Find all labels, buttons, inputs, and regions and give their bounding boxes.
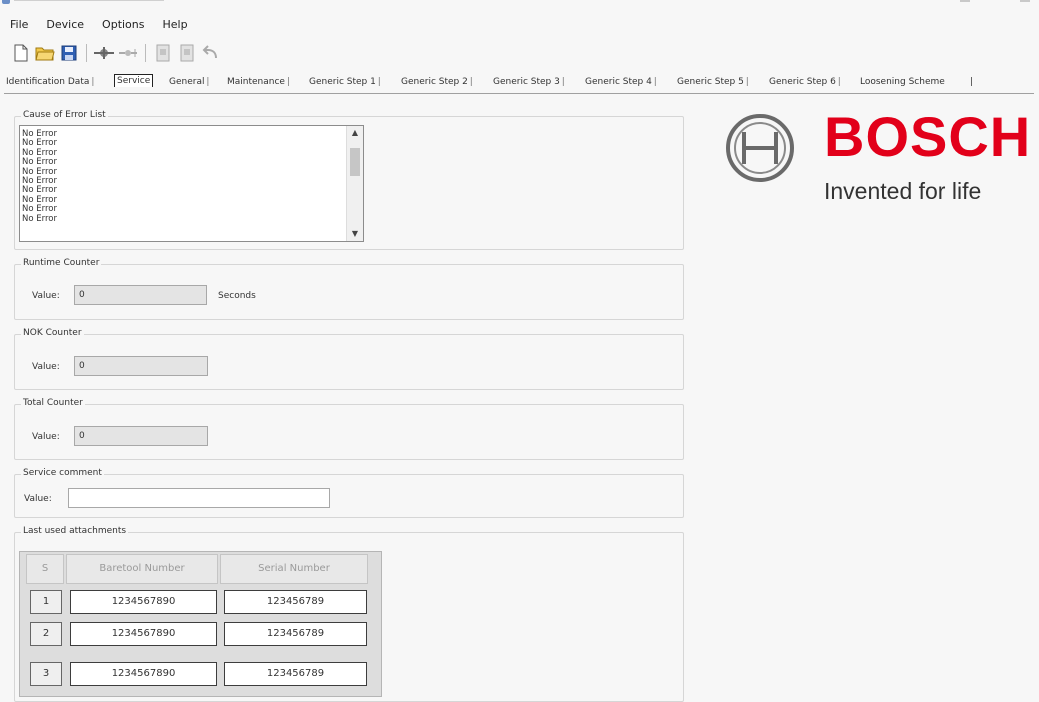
total-value-label: Value: bbox=[32, 432, 60, 442]
download-icon[interactable] bbox=[176, 42, 198, 64]
scroll-thumb[interactable] bbox=[350, 148, 360, 176]
window-title bbox=[14, 0, 164, 1]
error-list-item[interactable]: No Error bbox=[22, 204, 363, 214]
error-list-item[interactable]: No Error bbox=[22, 129, 363, 139]
serial-number-cell[interactable]: 123456789 bbox=[224, 622, 367, 646]
nok-counter-legend: NOK Counter bbox=[21, 328, 84, 338]
minimize-button[interactable] bbox=[960, 0, 970, 2]
error-list-item[interactable]: No Error bbox=[22, 167, 363, 177]
service-comment-legend: Service comment bbox=[21, 468, 104, 478]
runtime-value-field[interactable]: 0 bbox=[74, 285, 207, 305]
menu-options[interactable]: Options bbox=[102, 18, 144, 34]
tab-maintenance[interactable]: Maintenance bbox=[227, 77, 290, 87]
tab-service[interactable]: Service bbox=[114, 74, 154, 87]
error-list-scrollbar[interactable]: ▲ ▼ bbox=[346, 126, 363, 241]
serial-number-cell[interactable]: 123456789 bbox=[224, 662, 367, 686]
menu-device[interactable]: Device bbox=[46, 18, 84, 34]
toolbar bbox=[10, 40, 222, 66]
runtime-unit-label: Seconds bbox=[218, 291, 256, 301]
upload-icon[interactable] bbox=[152, 42, 174, 64]
total-value-field[interactable]: 0 bbox=[74, 426, 208, 446]
bosch-tagline: Invented for life bbox=[824, 178, 982, 204]
nok-value-label: Value: bbox=[32, 362, 60, 372]
tab-strip: Identification Data Service General Main… bbox=[4, 73, 1034, 94]
error-listbox[interactable]: No Error No Error No Error No Error No Error… bbox=[19, 125, 364, 242]
tab-generic-step-5[interactable]: Generic Step 5 bbox=[677, 77, 749, 87]
new-file-icon[interactable] bbox=[10, 42, 32, 64]
toolbar-separator bbox=[145, 44, 146, 62]
toolbar-separator bbox=[86, 44, 87, 62]
serial-number-cell[interactable]: 123456789 bbox=[224, 590, 367, 614]
bosch-brand-logo: BOSCH bbox=[824, 105, 1032, 168]
row-header[interactable]: 2 bbox=[30, 622, 62, 646]
tab-generic-step-3[interactable]: Generic Step 3 bbox=[493, 77, 565, 87]
tab-generic-step-1[interactable]: Generic Step 1 bbox=[309, 77, 381, 87]
bosch-armature-logo-icon bbox=[726, 114, 794, 182]
scroll-down-icon[interactable]: ▼ bbox=[347, 227, 363, 241]
runtime-value-label: Value: bbox=[32, 291, 60, 301]
tab-generic-step-4[interactable]: Generic Step 4 bbox=[585, 77, 657, 87]
baretool-number-cell[interactable]: 1234567890 bbox=[70, 622, 217, 646]
row-header[interactable]: 3 bbox=[30, 662, 62, 686]
runtime-counter-legend: Runtime Counter bbox=[21, 258, 102, 268]
save-icon[interactable] bbox=[58, 42, 80, 64]
error-list-item[interactable]: No Error bbox=[22, 157, 363, 167]
row-header[interactable]: 1 bbox=[30, 590, 62, 614]
column-header-baretool-number[interactable]: Baretool Number bbox=[66, 554, 218, 584]
error-list-item[interactable]: No Error bbox=[22, 176, 363, 186]
app-icon bbox=[2, 0, 10, 4]
error-list-item[interactable]: No Error bbox=[22, 214, 363, 224]
service-comment-input[interactable] bbox=[68, 488, 330, 508]
menu-help[interactable]: Help bbox=[163, 18, 188, 34]
open-folder-icon[interactable] bbox=[34, 42, 56, 64]
column-header-serial-number[interactable]: Serial Number bbox=[220, 554, 368, 584]
tab-generic-step-2[interactable]: Generic Step 2 bbox=[401, 77, 473, 87]
error-list-legend: Cause of Error List bbox=[21, 110, 108, 120]
total-counter-legend: Total Counter bbox=[21, 398, 85, 408]
tab-loosening-scheme[interactable]: Loosening Scheme bbox=[860, 77, 945, 87]
attachments-table[interactable]: S Baretool Number Serial Number 1 123456… bbox=[19, 551, 382, 697]
undo-icon[interactable] bbox=[200, 42, 222, 64]
tab-identification-data[interactable]: Identification Data bbox=[6, 77, 95, 87]
title-bar bbox=[0, 0, 1039, 10]
nok-value-field[interactable]: 0 bbox=[74, 356, 208, 376]
tab-strip-end: | bbox=[970, 77, 974, 87]
error-list-item[interactable]: No Error bbox=[22, 138, 363, 148]
baretool-number-cell[interactable]: 1234567890 bbox=[70, 662, 217, 686]
error-list-item[interactable]: No Error bbox=[22, 186, 363, 196]
comment-value-label: Value: bbox=[24, 494, 52, 504]
column-header-s[interactable]: S bbox=[26, 554, 64, 584]
attachments-legend: Last used attachments bbox=[21, 526, 129, 536]
menu-file[interactable]: File bbox=[10, 18, 28, 34]
scroll-up-icon[interactable]: ▲ bbox=[347, 126, 363, 140]
connect-icon[interactable] bbox=[93, 42, 115, 64]
tab-general[interactable]: General bbox=[169, 77, 210, 87]
close-button[interactable] bbox=[1020, 0, 1030, 2]
tab-generic-step-6[interactable]: Generic Step 6 bbox=[769, 77, 841, 87]
baretool-number-cell[interactable]: 1234567890 bbox=[70, 590, 217, 614]
error-list-item[interactable]: No Error bbox=[22, 148, 363, 158]
error-list-item[interactable]: No Error bbox=[22, 195, 363, 205]
menu-bar: File Device Options Help bbox=[10, 18, 188, 34]
disconnect-icon[interactable] bbox=[117, 42, 139, 64]
